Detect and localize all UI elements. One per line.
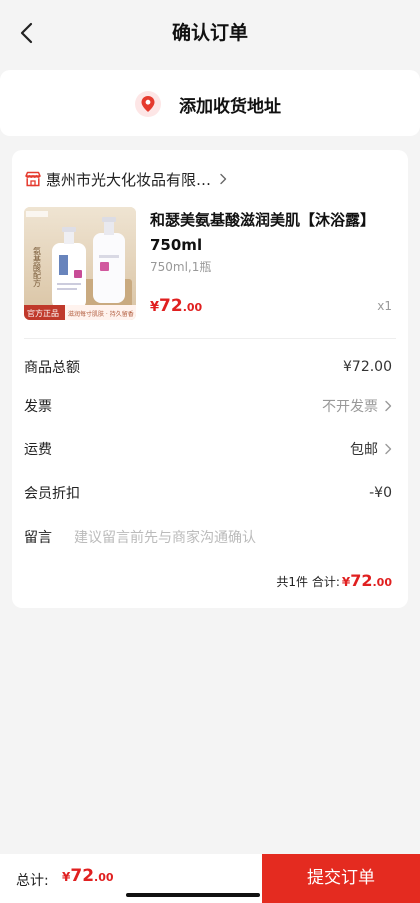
summary-price-symbol: ¥ <box>341 575 351 589</box>
product-spec: 750ml,1瓶 <box>150 260 212 274</box>
summary-price: ¥72.00 <box>342 571 392 590</box>
member-discount-value: -¥0 <box>369 485 392 501</box>
total-price-integer: 72 <box>70 866 95 886</box>
divider <box>24 338 396 339</box>
chevron-right-icon <box>385 443 392 455</box>
bottle-label-text: 氨基酸配方 <box>33 246 42 288</box>
add-address-label: 添加收货地址 <box>179 96 281 117</box>
home-indicator <box>126 893 260 897</box>
subtotal-label: 商品总额 <box>24 360 80 376</box>
order-card: 惠州市光大化妆品有限… 氨基酸配方 官方正品 滋润每寸肌肤 · 持久留香 和瑟美… <box>12 150 408 608</box>
member-discount-label: 会员折扣 <box>24 486 80 502</box>
order-summary: 共1件 合计: ¥72.00 <box>276 571 392 590</box>
shipping-value-group: 包邮 <box>350 439 392 459</box>
subtotal-row: 商品总额 ¥72.00 <box>24 356 392 378</box>
top-bar: 确认订单 <box>0 0 420 66</box>
chevron-right-icon <box>385 400 392 412</box>
submit-order-button[interactable]: 提交订单 <box>262 854 420 903</box>
shop-row[interactable]: 惠州市光大化妆品有限… <box>24 168 227 190</box>
product-image[interactable]: 氨基酸配方 官方正品 滋润每寸肌肤 · 持久留香 <box>24 207 136 320</box>
member-discount-row: 会员折扣 -¥0 <box>24 482 392 504</box>
location-pin-icon <box>135 91 161 117</box>
total-price: ¥72.00 <box>62 866 114 886</box>
add-address-card[interactable]: 添加收货地址 <box>0 70 420 136</box>
remark-input[interactable]: 建议留言前先与商家沟通确认 <box>74 527 256 547</box>
page-title: 确认订单 <box>171 22 248 44</box>
subtotal-value: ¥72.00 <box>343 359 392 375</box>
svg-text:官方正品: 官方正品 <box>27 308 59 318</box>
invoice-row[interactable]: 发票 不开发票 <box>24 395 392 417</box>
price-decimal: .00 <box>182 301 203 314</box>
chevron-right-icon <box>220 173 227 185</box>
summary-price-decimal: .00 <box>372 576 393 589</box>
summary-price-integer: 72 <box>350 571 373 590</box>
invoice-label: 发票 <box>24 399 52 415</box>
price-integer: 72 <box>159 296 183 316</box>
invoice-value: 不开发票 <box>322 399 378 415</box>
product-title[interactable]: 和瑟美氨基酸滋润美肌【沐浴露】750ml <box>150 208 390 258</box>
summary-count: 共1件 合计: <box>276 575 340 589</box>
total-price-decimal: .00 <box>94 871 114 884</box>
price-symbol: ¥ <box>150 300 160 315</box>
shipping-value: 包邮 <box>350 442 378 458</box>
product-quantity: x1 <box>377 299 392 313</box>
remark-row[interactable]: 留言 建议留言前先与商家沟通确认 <box>24 526 392 548</box>
shipping-row[interactable]: 运费 包邮 <box>24 438 392 460</box>
shop-name: 惠州市光大化妆品有限… <box>46 170 212 189</box>
store-icon <box>25 171 41 187</box>
svg-text:滋润每寸肌肤 · 持久留香: 滋润每寸肌肤 · 持久留香 <box>68 310 134 318</box>
remark-label: 留言 <box>24 530 52 546</box>
product-price: ¥72.00 <box>150 296 202 316</box>
shipping-label: 运费 <box>24 442 52 458</box>
total-label: 总计: <box>16 873 49 889</box>
invoice-value-group: 不开发票 <box>322 396 392 416</box>
